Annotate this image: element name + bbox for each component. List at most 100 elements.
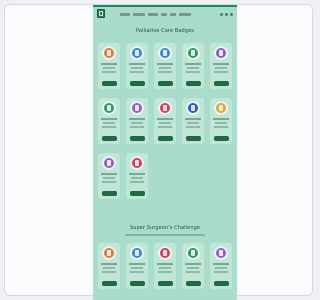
badge-icon bbox=[102, 46, 116, 60]
site-logo[interactable] bbox=[97, 9, 105, 18]
card-text-line bbox=[187, 67, 199, 69]
card-text-line bbox=[102, 181, 116, 183]
card-button[interactable] bbox=[130, 191, 145, 196]
badge-card[interactable] bbox=[126, 153, 148, 199]
card-text-line bbox=[158, 271, 172, 273]
card-button[interactable] bbox=[214, 81, 229, 86]
badge-icon bbox=[158, 101, 172, 115]
badge-icon bbox=[102, 246, 116, 260]
card-button[interactable] bbox=[102, 281, 117, 286]
card-button[interactable] bbox=[102, 136, 117, 141]
badge-card[interactable] bbox=[98, 43, 120, 89]
badge-card[interactable] bbox=[182, 98, 204, 144]
badge-card[interactable] bbox=[210, 98, 232, 144]
card-title bbox=[101, 63, 117, 65]
badge-icon bbox=[186, 46, 200, 60]
card-button[interactable] bbox=[130, 136, 145, 141]
card-title bbox=[101, 263, 117, 265]
badge-card[interactable] bbox=[126, 243, 148, 289]
card-title bbox=[213, 263, 229, 265]
badge-card[interactable] bbox=[182, 43, 204, 89]
card-text-line bbox=[103, 177, 115, 179]
badge-card[interactable] bbox=[154, 98, 176, 144]
card-button[interactable] bbox=[186, 81, 201, 86]
card-text-line bbox=[103, 122, 115, 124]
section-title-1: Palliative Care Badges bbox=[136, 28, 194, 34]
nav-link-4[interactable] bbox=[161, 13, 167, 16]
card-text-line bbox=[215, 67, 227, 69]
card-text-line bbox=[102, 126, 116, 128]
card-text-line bbox=[215, 267, 227, 269]
card-button[interactable] bbox=[186, 136, 201, 141]
badge-card[interactable] bbox=[126, 98, 148, 144]
card-text-line bbox=[102, 271, 116, 273]
card-title bbox=[185, 63, 201, 65]
badge-card[interactable] bbox=[210, 43, 232, 89]
card-text-line bbox=[186, 71, 200, 73]
header-icons bbox=[220, 13, 233, 16]
nav-link-5[interactable] bbox=[170, 13, 176, 16]
card-text-line bbox=[130, 71, 144, 73]
badge-card[interactable] bbox=[182, 243, 204, 289]
card-text-line bbox=[214, 126, 228, 128]
badge-card[interactable] bbox=[98, 243, 120, 289]
card-button[interactable] bbox=[102, 81, 117, 86]
card-button[interactable] bbox=[130, 281, 145, 286]
nav-link-1[interactable] bbox=[120, 13, 130, 16]
badge-icon bbox=[214, 46, 228, 60]
account-icon[interactable] bbox=[225, 13, 228, 16]
card-text-line bbox=[215, 122, 227, 124]
card-text-line bbox=[187, 122, 199, 124]
card-title bbox=[157, 263, 173, 265]
card-text-line bbox=[131, 177, 143, 179]
badge-card[interactable] bbox=[210, 243, 232, 289]
card-title bbox=[185, 263, 201, 265]
card-button[interactable] bbox=[158, 281, 173, 286]
card-button[interactable] bbox=[214, 136, 229, 141]
site-header bbox=[93, 7, 237, 21]
nav-link-6[interactable] bbox=[179, 13, 191, 16]
card-title bbox=[213, 63, 229, 65]
badge-icon bbox=[102, 156, 116, 170]
card-text-line bbox=[159, 267, 171, 269]
card-text-line bbox=[158, 71, 172, 73]
card-title bbox=[129, 63, 145, 65]
badge-icon bbox=[102, 101, 116, 115]
badge-icon bbox=[130, 101, 144, 115]
card-text-line bbox=[131, 67, 143, 69]
card-text-line bbox=[159, 122, 171, 124]
nav-link-2[interactable] bbox=[133, 13, 145, 16]
card-text-line bbox=[159, 67, 171, 69]
badge-icon bbox=[214, 246, 228, 260]
badge-icon bbox=[130, 156, 144, 170]
badge-card[interactable] bbox=[154, 243, 176, 289]
card-text-line bbox=[186, 126, 200, 128]
badge-card[interactable] bbox=[154, 43, 176, 89]
card-button[interactable] bbox=[186, 281, 201, 286]
card-title bbox=[101, 118, 117, 120]
card-text-line bbox=[130, 126, 144, 128]
card-button[interactable] bbox=[214, 281, 229, 286]
search-icon[interactable] bbox=[220, 13, 223, 16]
card-button[interactable] bbox=[158, 136, 173, 141]
cart-icon[interactable] bbox=[230, 13, 233, 16]
card-title bbox=[129, 118, 145, 120]
badge-icon bbox=[130, 46, 144, 60]
card-text-line bbox=[214, 271, 228, 273]
card-title bbox=[129, 173, 145, 175]
card-title bbox=[101, 173, 117, 175]
badge-card[interactable] bbox=[98, 98, 120, 144]
card-button[interactable] bbox=[102, 191, 117, 196]
badge-icon bbox=[186, 246, 200, 260]
card-title bbox=[157, 63, 173, 65]
nav-link-3[interactable] bbox=[148, 13, 158, 16]
card-text-line bbox=[130, 181, 144, 183]
badge-icon bbox=[158, 246, 172, 260]
card-button[interactable] bbox=[130, 81, 145, 86]
card-text-line bbox=[158, 126, 172, 128]
section-title-2: Super Surgeon's Challenge bbox=[129, 225, 201, 231]
card-text-line bbox=[130, 271, 144, 273]
badge-card[interactable] bbox=[126, 43, 148, 89]
badge-card[interactable] bbox=[98, 153, 120, 199]
card-button[interactable] bbox=[158, 81, 173, 86]
